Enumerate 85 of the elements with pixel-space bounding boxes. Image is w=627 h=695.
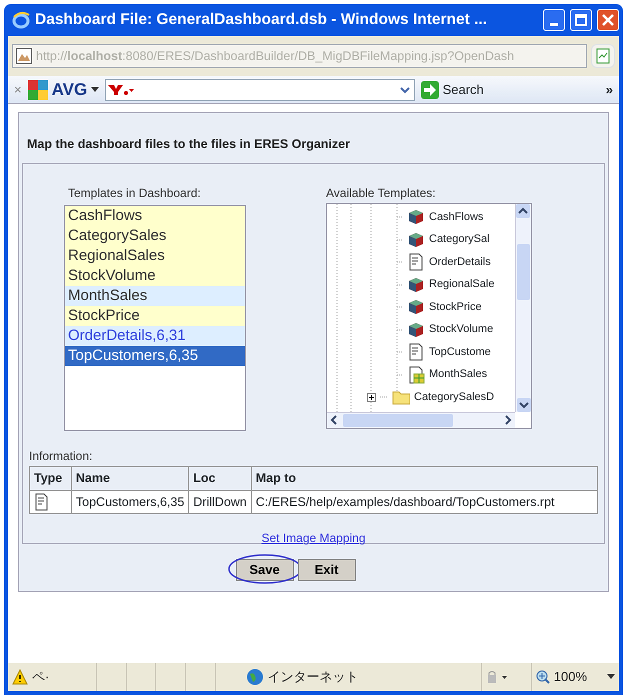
zoom-button[interactable]: 100% xyxy=(532,663,620,691)
column-header: Name xyxy=(71,466,189,490)
table-cell: TopCustomers,6,35 xyxy=(71,490,189,514)
brand-label[interactable]: AVG xyxy=(52,76,88,102)
cube-icon xyxy=(407,230,425,248)
table-cell: DrillDown xyxy=(188,490,252,514)
tree-item[interactable]: OrderDetails xyxy=(429,254,491,270)
list-item[interactable]: TopCustomers,6,35 xyxy=(65,346,245,366)
minimize-button[interactable] xyxy=(543,9,565,31)
caret-icon xyxy=(607,674,616,680)
column-header: Type xyxy=(30,466,72,490)
tree-item[interactable]: StockVolume xyxy=(429,321,494,338)
logo-mark-icon xyxy=(108,84,134,96)
tree-branch-line xyxy=(380,396,388,398)
lock-icon[interactable] xyxy=(486,670,508,684)
globe-icon xyxy=(246,668,264,686)
report-icon xyxy=(34,492,48,511)
image-mapping-link[interactable]: Set Image Mapping xyxy=(261,531,366,546)
squares-logo-icon xyxy=(28,80,48,100)
expand-icon[interactable] xyxy=(367,392,376,402)
scroll-thumb[interactable] xyxy=(517,244,530,300)
zone-text: インターネット xyxy=(268,668,359,686)
tree-item[interactable]: TopCustome xyxy=(429,344,491,360)
tree-item[interactable]: StockPrice xyxy=(429,298,482,316)
status-text: ペ· xyxy=(32,668,50,686)
maximize-button[interactable] xyxy=(570,9,592,31)
list-item[interactable]: OrderDetails,6,31 xyxy=(65,326,245,346)
list-item[interactable]: RegionalSales xyxy=(65,246,245,266)
arrow-right-icon xyxy=(420,80,439,98)
minimize-icon xyxy=(550,23,558,26)
tree-item[interactable]: CategorySal xyxy=(429,231,490,248)
tree-branch-line xyxy=(397,261,403,263)
information-label: Information: xyxy=(29,448,94,465)
close-button[interactable] xyxy=(597,9,619,31)
template-list[interactable]: CashFlows CategorySales RegionalSales StockVolume MonthSales StockPrice OrderDetails,6,31 TopCustomers,6,35 xyxy=(64,204,246,431)
tree-item[interactable]: RegionalSale xyxy=(429,276,494,293)
tree-label: Available Templates: xyxy=(326,184,437,202)
browser-logo-icon xyxy=(12,11,30,29)
cube-icon xyxy=(407,276,425,294)
zoom-icon xyxy=(536,670,550,684)
list-item[interactable]: StockVolume xyxy=(65,266,245,286)
column-header: Loc xyxy=(188,466,252,490)
column-header: Map to xyxy=(251,466,598,490)
tree-branch-line xyxy=(397,306,403,308)
maximize-icon xyxy=(575,14,587,26)
save-button[interactable]: Save xyxy=(236,558,294,580)
scroll-thumb[interactable] xyxy=(343,414,453,427)
tree-item[interactable]: CategorySalesD xyxy=(414,388,494,406)
tree-branch-line xyxy=(397,351,403,353)
window-title: Dashboard File: GeneralDashboard.dsb - Windows Internet ... xyxy=(35,10,488,30)
list-label: Templates in Dashboard: xyxy=(68,184,202,202)
list-item[interactable]: CategorySales xyxy=(65,226,245,246)
search-field[interactable] xyxy=(105,78,415,100)
more-button[interactable]: » xyxy=(606,80,613,100)
tree-item[interactable]: MonthSales xyxy=(429,366,488,383)
scroll-up-icon xyxy=(516,204,530,218)
list-item[interactable]: MonthSales xyxy=(65,286,245,306)
list-item[interactable]: StockPrice xyxy=(65,306,245,326)
tree-branch-line xyxy=(397,374,403,376)
chart-report-icon xyxy=(407,366,425,384)
report-icon xyxy=(407,343,425,361)
cube-icon xyxy=(407,208,425,226)
document-icon xyxy=(596,48,610,64)
section-heading: Map the dashboard files to the files in ERES Organizer xyxy=(27,136,351,153)
table-cell: C:/ERES/help/examples/dashboard/TopCustomers.rpt xyxy=(251,490,598,514)
close-icon xyxy=(602,14,614,26)
tree-branch-line xyxy=(397,284,403,286)
search-button[interactable]: Search xyxy=(420,80,484,100)
report-icon xyxy=(407,253,425,271)
exit-button[interactable]: Exit xyxy=(298,558,356,580)
template-tree[interactable]: CashFlows CategorySal OrderDetails RegionalSale StockPrice StockVolume TopCustome MonthSales CategorySalesD xyxy=(326,202,532,429)
vertical-scrollbar[interactable] xyxy=(515,204,531,412)
tree-branch-line xyxy=(397,238,403,240)
tree-branch-line xyxy=(397,216,403,218)
tree-item[interactable]: CashFlows xyxy=(429,208,484,226)
cube-icon xyxy=(407,298,425,316)
caret-icon[interactable] xyxy=(91,86,100,92)
cube-icon xyxy=(407,320,425,338)
horizontal-scrollbar[interactable] xyxy=(327,412,515,428)
go-button[interactable] xyxy=(591,44,615,68)
warning-icon xyxy=(12,669,28,685)
scroll-down-icon xyxy=(517,398,531,412)
page-icon xyxy=(16,48,32,64)
list-item[interactable]: CashFlows xyxy=(65,206,245,226)
tree-branch-line xyxy=(397,328,403,330)
